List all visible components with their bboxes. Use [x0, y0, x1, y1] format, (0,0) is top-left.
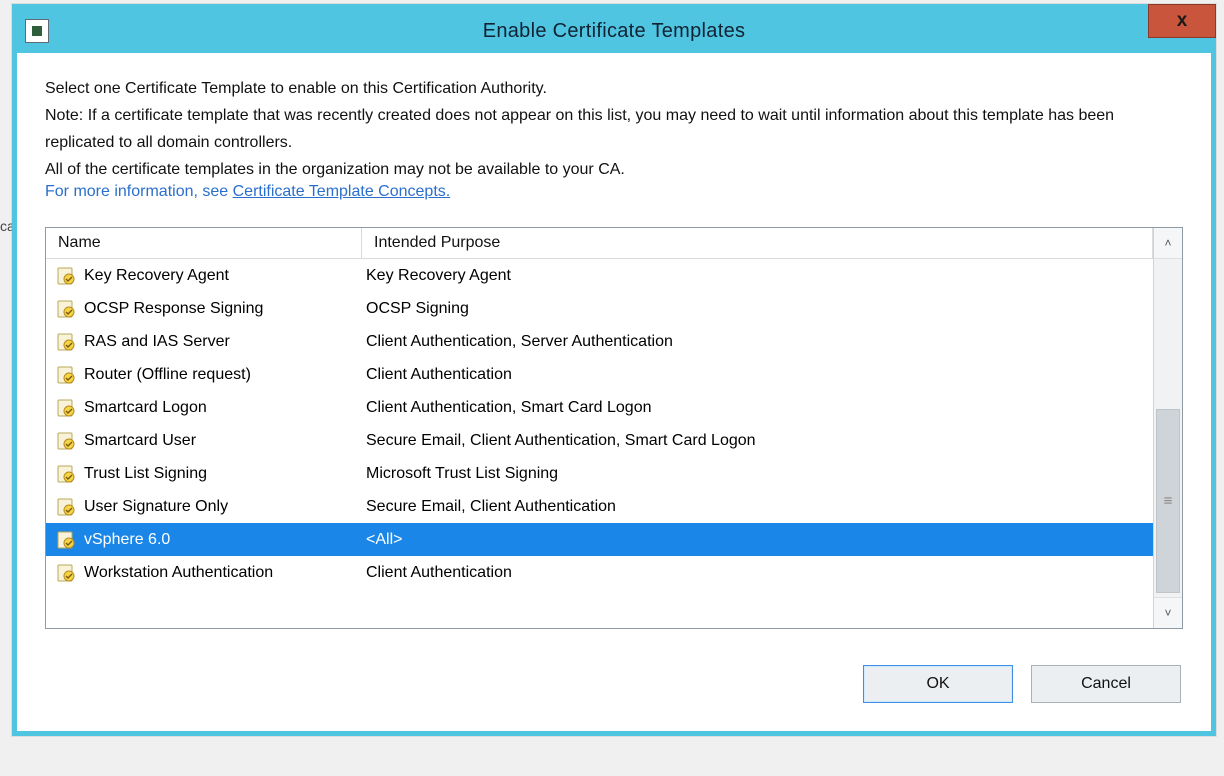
- cert-template-icon: [56, 431, 76, 451]
- table-row[interactable]: vSphere 6.0 <All>: [46, 523, 1153, 556]
- table-row[interactable]: Smartcard User Secure Email, Client Authe…: [46, 424, 1153, 457]
- cert-template-icon: [56, 398, 76, 418]
- info-row: For more information, see Certificate Te…: [45, 183, 1183, 201]
- row-purpose: <All>: [362, 531, 1153, 549]
- dialog-window: Enable Certificate Templates x Select on…: [12, 4, 1216, 736]
- intro-line3: All of the certificate templates in the …: [45, 156, 1183, 183]
- row-name: RAS and IAS Server: [84, 333, 230, 351]
- info-prefix: For more information, see: [45, 183, 233, 200]
- instruction-text: Select one Certificate Template to enabl…: [45, 75, 1183, 183]
- row-name: vSphere 6.0: [84, 531, 170, 549]
- intro-line1: Select one Certificate Template to enabl…: [45, 75, 1183, 102]
- table-row[interactable]: Key Recovery Agent Key Recovery Agent: [46, 259, 1153, 292]
- template-listview[interactable]: Name Intended Purpose Key Recovery Agent…: [45, 227, 1183, 629]
- row-name: Trust List Signing: [84, 465, 207, 483]
- scroll-down-button[interactable]: ˅: [1154, 597, 1182, 628]
- row-purpose: Client Authentication: [362, 564, 1153, 582]
- ok-button[interactable]: OK: [863, 665, 1013, 703]
- close-icon: x: [1177, 10, 1188, 32]
- row-name: Workstation Authentication: [84, 564, 273, 582]
- scroll-up-button[interactable]: ˄: [1154, 228, 1182, 259]
- chevron-up-icon: ˄: [1164, 236, 1171, 250]
- cert-template-icon: [56, 365, 76, 385]
- row-name: Smartcard Logon: [84, 399, 207, 417]
- row-purpose: OCSP Signing: [362, 300, 1153, 318]
- table-row[interactable]: OCSP Response Signing OCSP Signing: [46, 292, 1153, 325]
- column-header-purpose[interactable]: Intended Purpose: [362, 228, 1153, 258]
- window-title: Enable Certificate Templates: [17, 20, 1211, 43]
- vertical-scrollbar[interactable]: ˄ ≡ ˅: [1153, 228, 1182, 628]
- row-name: Smartcard User: [84, 432, 196, 450]
- row-purpose: Microsoft Trust List Signing: [362, 465, 1153, 483]
- row-purpose: Secure Email, Client Authentication, Sma…: [362, 432, 1153, 450]
- row-purpose: Client Authentication: [362, 366, 1153, 384]
- cert-template-icon: [56, 497, 76, 517]
- cert-template-icon: [56, 530, 76, 550]
- table-row[interactable]: Workstation Authentication Client Authent…: [46, 556, 1153, 589]
- listview-header: Name Intended Purpose: [46, 228, 1153, 259]
- table-row[interactable]: Smartcard Logon Client Authentication, Sm…: [46, 391, 1153, 424]
- scroll-grip-icon: ≡: [1164, 494, 1173, 509]
- listview-rows: Key Recovery Agent Key Recovery Agent OCS…: [46, 259, 1153, 589]
- table-row[interactable]: Router (Offline request) Client Authentic…: [46, 358, 1153, 391]
- row-purpose: Secure Email, Client Authentication: [362, 498, 1153, 516]
- listview-grid: Name Intended Purpose Key Recovery Agent…: [46, 228, 1153, 628]
- client-area: Select one Certificate Template to enabl…: [17, 53, 1211, 731]
- cert-template-icon: [56, 299, 76, 319]
- titlebar[interactable]: Enable Certificate Templates x: [17, 9, 1211, 53]
- row-purpose: Client Authentication, Server Authentica…: [362, 333, 1153, 351]
- table-row[interactable]: Trust List Signing Microsoft Trust List S…: [46, 457, 1153, 490]
- scroll-thumb[interactable]: ≡: [1156, 409, 1180, 593]
- table-row[interactable]: RAS and IAS Server Client Authentication,…: [46, 325, 1153, 358]
- row-name: OCSP Response Signing: [84, 300, 263, 318]
- row-purpose: Client Authentication, Smart Card Logon: [362, 399, 1153, 417]
- cert-template-icon: [56, 563, 76, 583]
- intro-line2: Note: If a certificate template that was…: [45, 102, 1183, 156]
- row-purpose: Key Recovery Agent: [362, 267, 1153, 285]
- concepts-link[interactable]: Certificate Template Concepts.: [233, 183, 451, 200]
- row-name: User Signature Only: [84, 498, 228, 516]
- cert-template-icon: [56, 464, 76, 484]
- button-row: OK Cancel: [45, 665, 1183, 707]
- row-name: Router (Offline request): [84, 366, 251, 384]
- cancel-button[interactable]: Cancel: [1031, 665, 1181, 703]
- table-row[interactable]: User Signature Only Secure Email, Client …: [46, 490, 1153, 523]
- close-button[interactable]: x: [1148, 4, 1216, 38]
- cert-template-icon: [56, 266, 76, 286]
- chevron-down-icon: ˅: [1164, 606, 1171, 620]
- row-name: Key Recovery Agent: [84, 267, 229, 285]
- window-icon: [25, 19, 49, 43]
- scroll-track[interactable]: ≡: [1154, 259, 1182, 597]
- cert-template-icon: [56, 332, 76, 352]
- column-header-name[interactable]: Name: [46, 228, 362, 258]
